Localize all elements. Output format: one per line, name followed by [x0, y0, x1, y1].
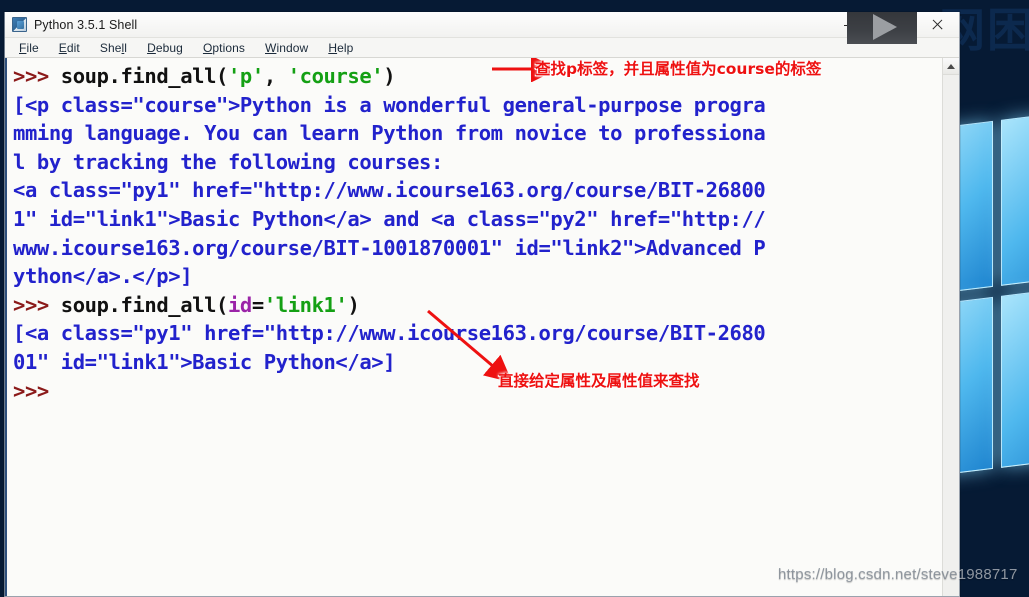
python-shell-window: Python 3.5.1 Shell File Edit Shell Debug Opt…	[4, 12, 960, 597]
code-token-cd: )	[347, 292, 360, 317]
python-idle-icon	[12, 17, 27, 32]
shell-area: >>> soup.find_all('p', 'course') [<p clas…	[5, 58, 959, 596]
watermark-url-dim: https://blog.csdn.net/steve	[778, 566, 958, 583]
minimize-button[interactable]	[827, 12, 871, 38]
shell-text: >>> soup.find_all('p', 'course') [<p clas…	[13, 62, 942, 405]
maximize-icon	[888, 20, 898, 30]
maximize-button[interactable]	[871, 12, 915, 38]
menu-bar: File Edit Shell Debug Options Window Help	[5, 38, 959, 58]
window-title: Python 3.5.1 Shell	[34, 17, 138, 32]
output-text: [<p class="course">Python is a wonderful…	[13, 92, 766, 117]
prompt-marker: >>>	[13, 378, 61, 403]
shell-output-line: mming language. You can learn Python fro…	[13, 119, 942, 148]
shell-prompt-line: >>> soup.find_all(id='link1')	[13, 291, 942, 320]
shell-output-line: www.icourse163.org/course/BIT-1001870001…	[13, 234, 942, 263]
code-token-str: 'p'	[227, 64, 264, 88]
output-text: l by tracking the following courses:	[13, 149, 443, 174]
output-text: www.icourse163.org/course/BIT-1001870001…	[13, 235, 766, 260]
output-text: 1" id="link1">Basic Python</a> and <a cl…	[13, 206, 766, 231]
menu-item-window[interactable]: Window	[265, 41, 308, 55]
menu-item-options[interactable]: Options	[203, 41, 245, 55]
minimize-icon	[843, 24, 855, 26]
menu-item-shell[interactable]: Shell	[100, 41, 127, 55]
logo-pane	[1001, 108, 1029, 286]
annotation-direct-attr-lookup: 直接给定属性及属性值来查找	[498, 372, 700, 390]
menu-item-file[interactable]: File	[19, 41, 39, 55]
menu-item-help[interactable]: Help	[328, 41, 353, 55]
prompt-marker: >>>	[13, 292, 61, 317]
watermark-url-bright: 1988717	[957, 566, 1018, 583]
code-token-cd: soup.find_all(	[60, 64, 229, 88]
code-token-cd: )	[383, 64, 396, 88]
scroll-up-button[interactable]	[943, 58, 959, 75]
menu-item-edit[interactable]: Edit	[59, 41, 80, 55]
annotation-find-p-course: 查找p标签，并且属性值为course的标签	[535, 60, 822, 78]
output-text: 01" id="link1">Basic Python</a>]	[13, 349, 396, 374]
vertical-scrollbar[interactable]	[942, 58, 959, 596]
code-token-cd: soup.find_all(	[60, 292, 229, 317]
shell-prompt-line: >>>	[13, 377, 942, 406]
code-token-cd: ,	[263, 64, 288, 88]
shell-output-line: [<p class="course">Python is a wonderful…	[13, 91, 942, 120]
code-token-str: 'link1'	[263, 292, 348, 317]
code-token-kw: id	[227, 292, 252, 317]
code-token-cd: =	[251, 292, 264, 317]
output-text: mming language. You can learn Python fro…	[13, 121, 766, 146]
menu-item-debug[interactable]: Debug	[147, 41, 183, 55]
close-icon	[931, 19, 943, 31]
shell-output-line: [<a class="py1" href="http://www.icourse…	[13, 319, 942, 348]
output-text: <a class="py1" href="http://www.icourse1…	[13, 178, 766, 203]
window-titlebar[interactable]: Python 3.5.1 Shell	[5, 12, 959, 44]
code-token-str: 'course'	[287, 64, 384, 88]
logo-pane	[1001, 284, 1029, 468]
shell-output-line: <a class="py1" href="http://www.icourse1…	[13, 176, 942, 205]
shell-output-line: l by tracking the following courses:	[13, 148, 942, 177]
window-controls	[827, 12, 959, 38]
close-button[interactable]	[915, 12, 959, 38]
output-text: [<a class="py1" href="http://www.icourse…	[13, 321, 766, 346]
scroll-up-icon	[947, 63, 955, 69]
shell-output-line: 01" id="link1">Basic Python</a>]	[13, 348, 942, 377]
shell-output-line: ython</a>.</p>]	[13, 262, 942, 291]
prompt-marker: >>>	[13, 64, 61, 88]
shell-output-pane[interactable]: >>> soup.find_all('p', 'course') [<p clas…	[5, 58, 942, 596]
shell-output-line: 1" id="link1">Basic Python</a> and <a cl…	[13, 205, 942, 234]
output-text: ython</a>.</p>]	[13, 264, 193, 289]
csdn-watermark: https://blog.csdn.net/steve1988717	[778, 566, 1017, 583]
